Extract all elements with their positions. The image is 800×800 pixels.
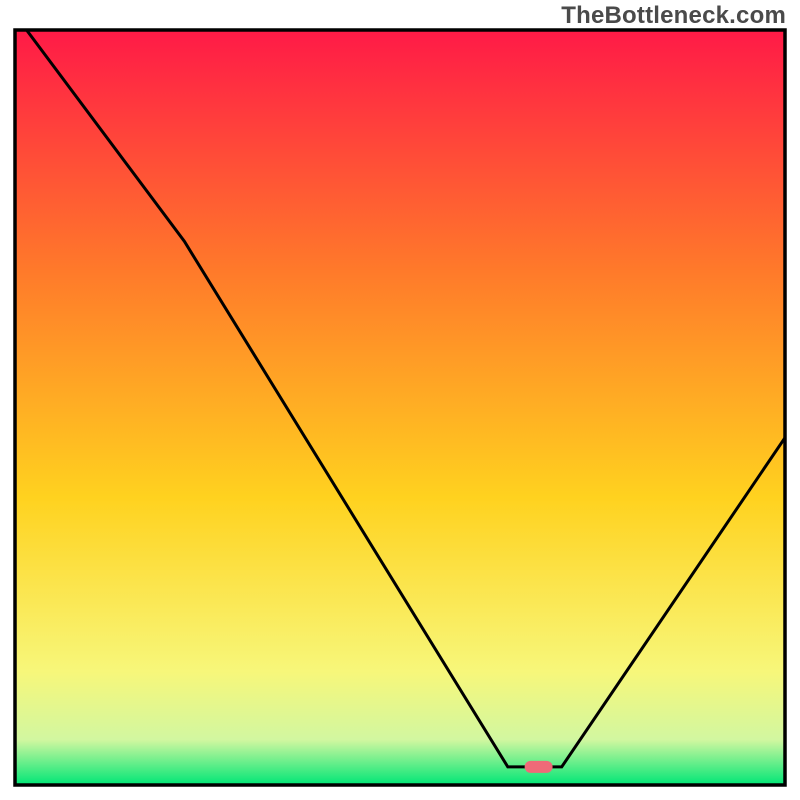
watermark-label: TheBottleneck.com — [561, 2, 786, 30]
bottleneck-chart — [0, 0, 800, 800]
chart-container: TheBottleneck.com — [0, 0, 800, 800]
gradient-background — [15, 30, 785, 785]
optimum-marker — [525, 761, 553, 773]
